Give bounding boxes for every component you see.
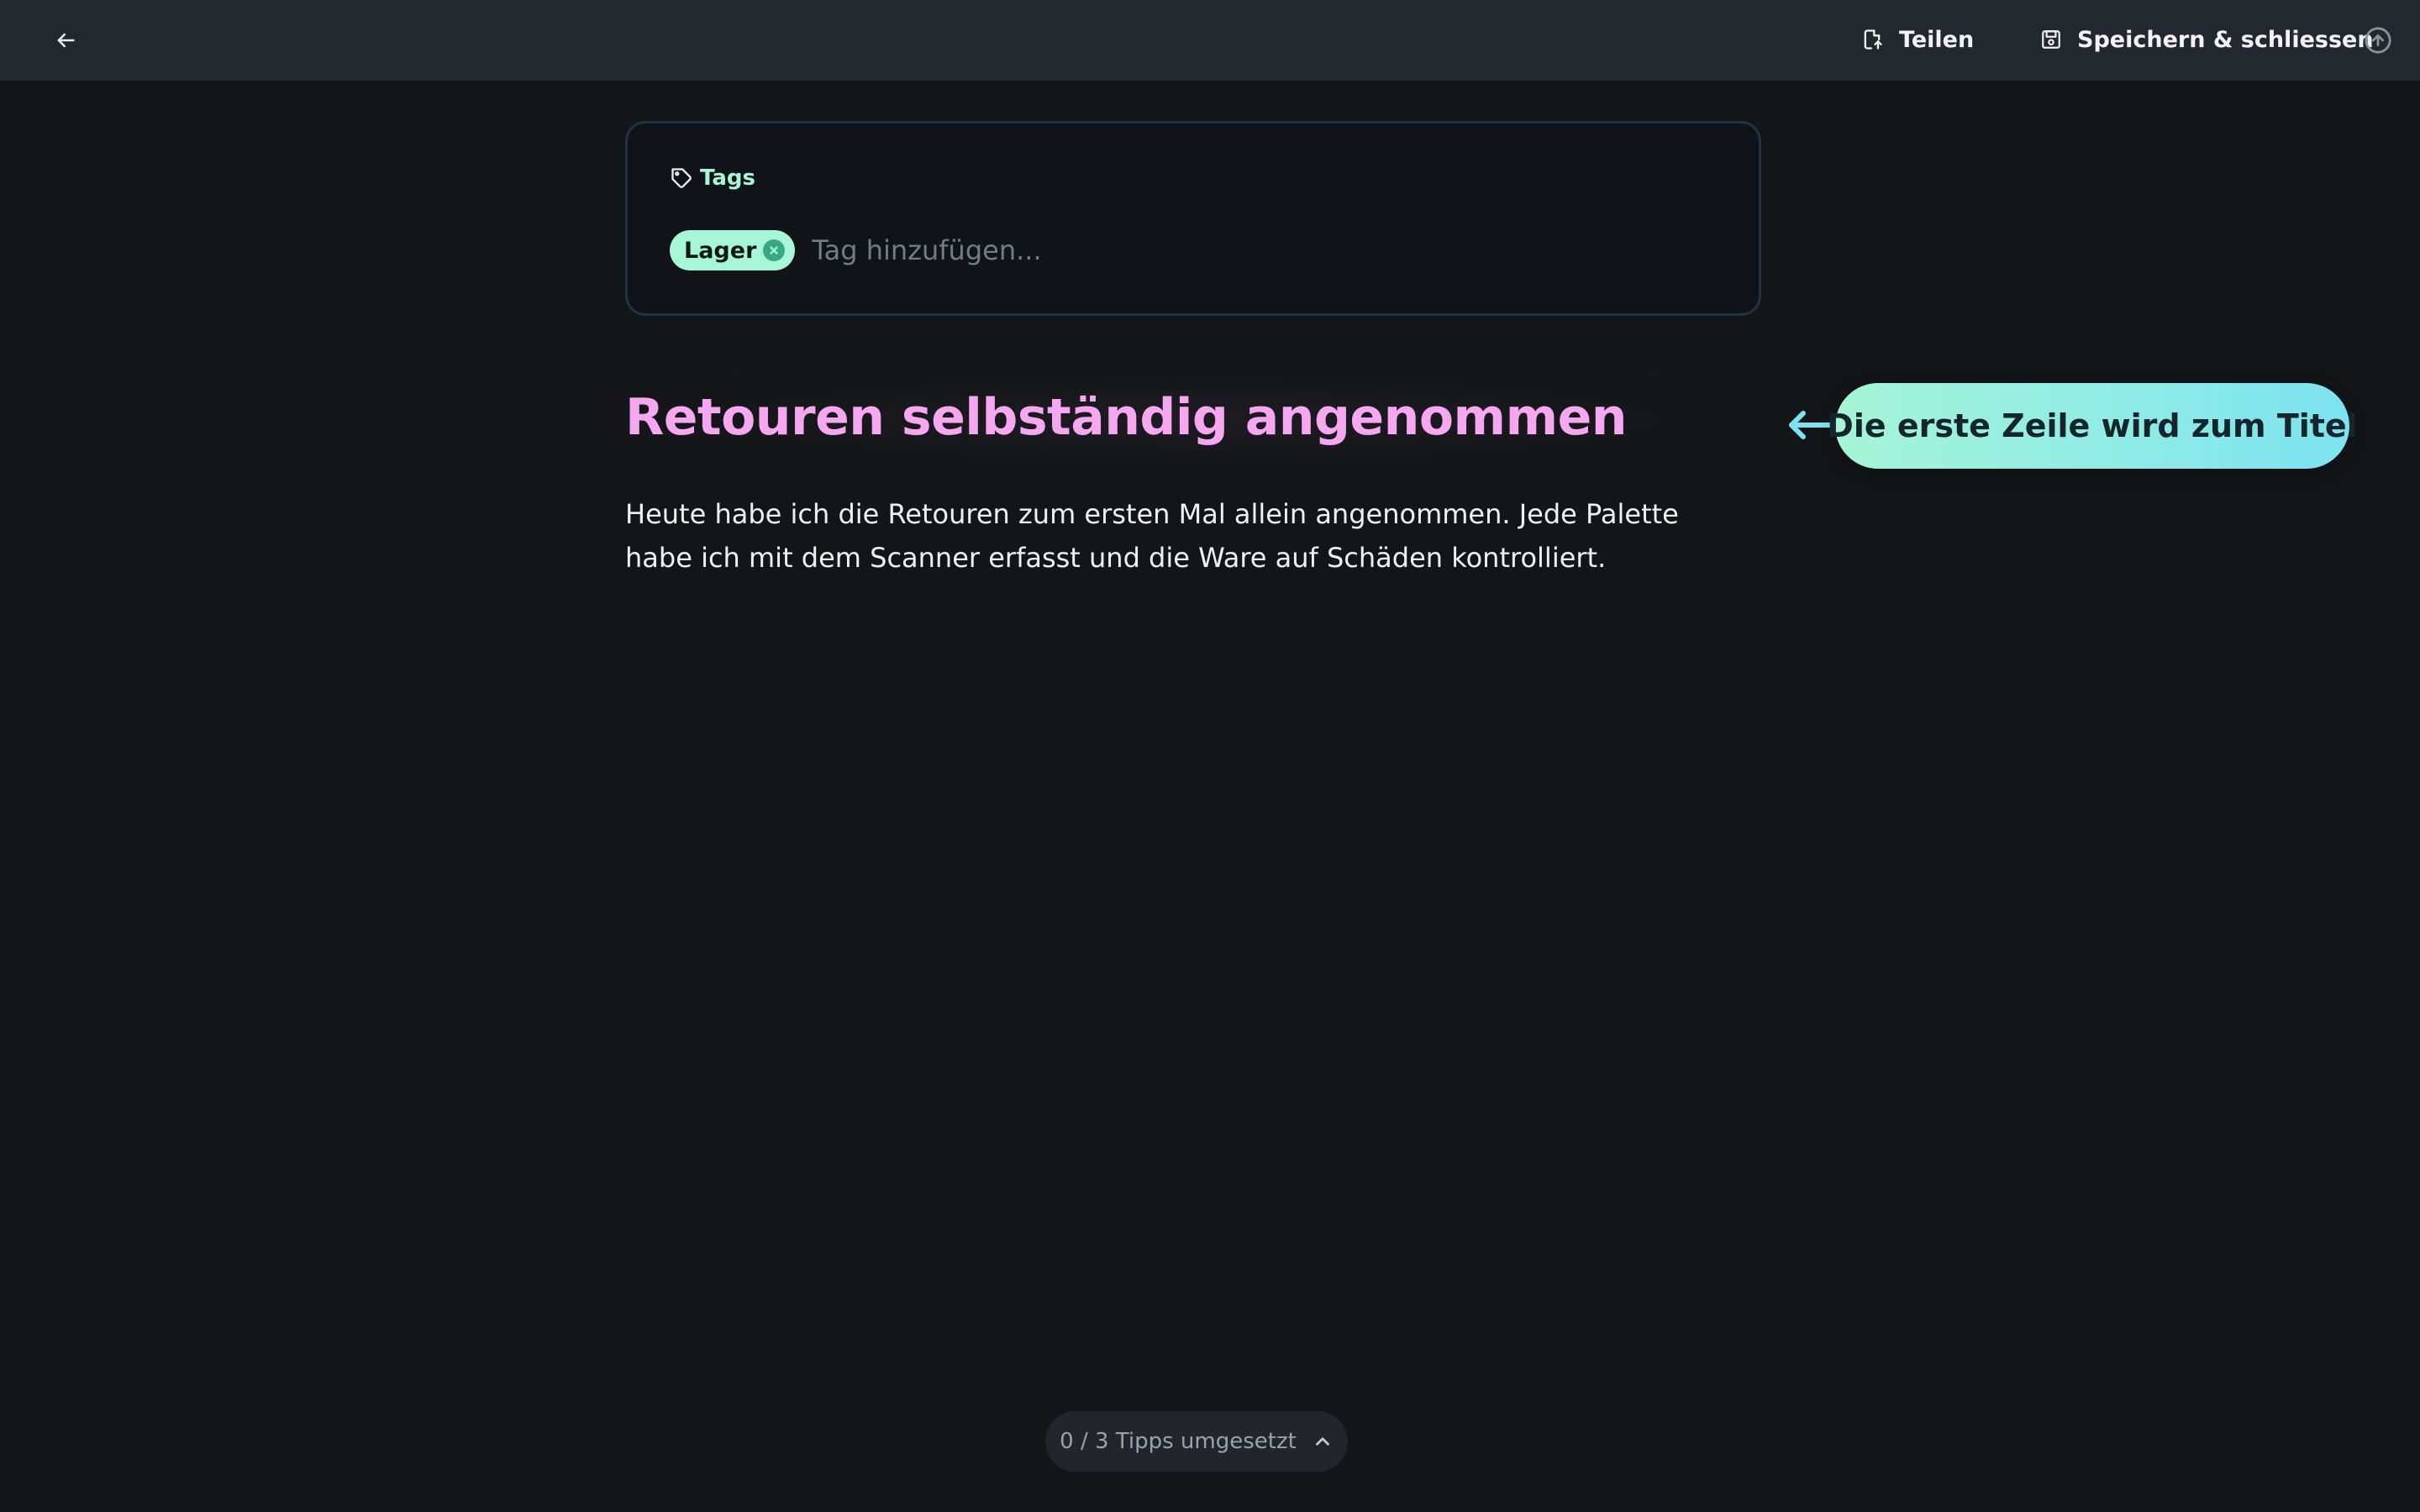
close-icon [770,246,779,255]
tips-progress-text: 0 / 3 Tipps umgesetzt [1060,1429,1297,1454]
share-button[interactable]: Teilen [1860,20,1974,59]
note-title[interactable]: Retouren selbständig angenommen [625,388,1628,447]
title-hint-bubble: Die erste Zeile wird zum Titel [1827,383,2358,469]
tag-chip-lager: Lager [670,230,796,270]
top-bar: Teilen Speichern & schliessen [0,0,2420,81]
tags-card: Tags Lager [625,121,1761,316]
title-hint-text: Die erste Zeile wird zum Titel [1827,407,2358,444]
share-document-icon [1864,29,1882,50]
tips-progress-button[interactable]: 0 / 3 Tipps umgesetzt [1045,1411,1348,1472]
add-tag-input[interactable] [812,230,1712,270]
upload-circle-icon [2365,27,2391,54]
back-button[interactable] [45,22,86,59]
remove-tag-button[interactable] [763,239,786,261]
tags-label-text: Tags [700,165,756,191]
arrow-left-icon [57,33,75,48]
save-and-close-button[interactable]: Speichern & schliessen [2040,20,2374,59]
tags-row: Lager [670,230,1712,270]
save-and-close-label: Speichern & schliessen [2077,26,2374,53]
tag-chip-label: Lager [684,237,757,264]
upload-button[interactable] [2363,25,2393,55]
chevron-up-icon [1315,1437,1329,1446]
tags-label: Tags [670,165,755,191]
save-icon [2042,30,2060,49]
note-body[interactable]: Heute habe ich die Retouren zum ersten M… [625,492,1743,580]
tag-icon [671,168,692,188]
share-label: Teilen [1899,26,1975,53]
